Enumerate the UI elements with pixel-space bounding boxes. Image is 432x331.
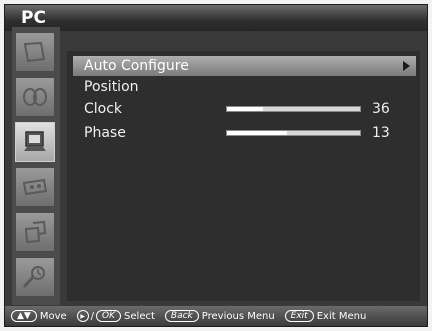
menu-panel: Auto Configure Position Clock 36 Phase 1… (67, 51, 420, 301)
osd-window: PC Auto Configure Position Clock 36 Phas… (4, 4, 428, 327)
back-label: Previous Menu (201, 310, 275, 322)
sidebar-item-tape[interactable] (15, 167, 55, 207)
menu-item-label: Auto Configure (84, 58, 189, 74)
move-updown-icon: ▲▼ (11, 310, 37, 322)
footer-select: ▶ / OK Select (76, 310, 155, 322)
move-label: Move (39, 310, 67, 322)
select-label: Select (124, 310, 155, 322)
menu-item-label: Clock (84, 101, 123, 117)
sidebar (12, 27, 60, 305)
ok-button[interactable]: OK (96, 310, 122, 322)
footer-bar: ▲▼ Move ▶ / OK Select Back Previous Menu… (5, 306, 427, 326)
menu-title: PC (21, 8, 46, 28)
footer-move: ▲▼ Move (11, 310, 67, 322)
play-right-icon: ▶ (76, 310, 89, 322)
menu-item-clock[interactable]: Clock 36 (73, 99, 416, 119)
exit-label: Exit Menu (316, 310, 367, 322)
pip-icon (24, 220, 47, 244)
pc-monitor-icon (24, 131, 46, 151)
exit-button[interactable]: Exit (284, 310, 314, 322)
tape-icon (22, 178, 48, 196)
phase-value: 13 (372, 125, 390, 141)
sidebar-item-sound[interactable] (15, 77, 55, 117)
menu-item-label: Position (84, 79, 139, 95)
menu-item-auto-configure[interactable]: Auto Configure (73, 56, 416, 76)
sidebar-item-pip[interactable] (15, 212, 55, 252)
clock-slider[interactable] (226, 106, 361, 112)
phase-slider-fill (227, 131, 287, 135)
title-bar: PC (5, 5, 427, 31)
menu-item-label: Phase (84, 125, 126, 141)
submenu-arrow-icon (403, 61, 410, 71)
clock-slider-fill (227, 107, 263, 111)
footer-back: Back Previous Menu (164, 310, 275, 322)
sidebar-item-pc[interactable] (15, 122, 55, 162)
picture-icon (23, 41, 46, 63)
footer-exit: Exit Exit Menu (284, 310, 367, 322)
sidebar-item-picture[interactable] (15, 32, 55, 72)
menu-item-phase[interactable]: Phase 13 (73, 123, 416, 143)
menu-item-position[interactable]: Position (73, 77, 416, 97)
setup-icon (22, 266, 45, 289)
sidebar-item-setup[interactable] (15, 257, 55, 297)
clock-value: 36 (372, 101, 390, 117)
back-button[interactable]: Back (164, 310, 199, 322)
sound-icon (23, 88, 47, 106)
phase-slider[interactable] (226, 130, 361, 136)
